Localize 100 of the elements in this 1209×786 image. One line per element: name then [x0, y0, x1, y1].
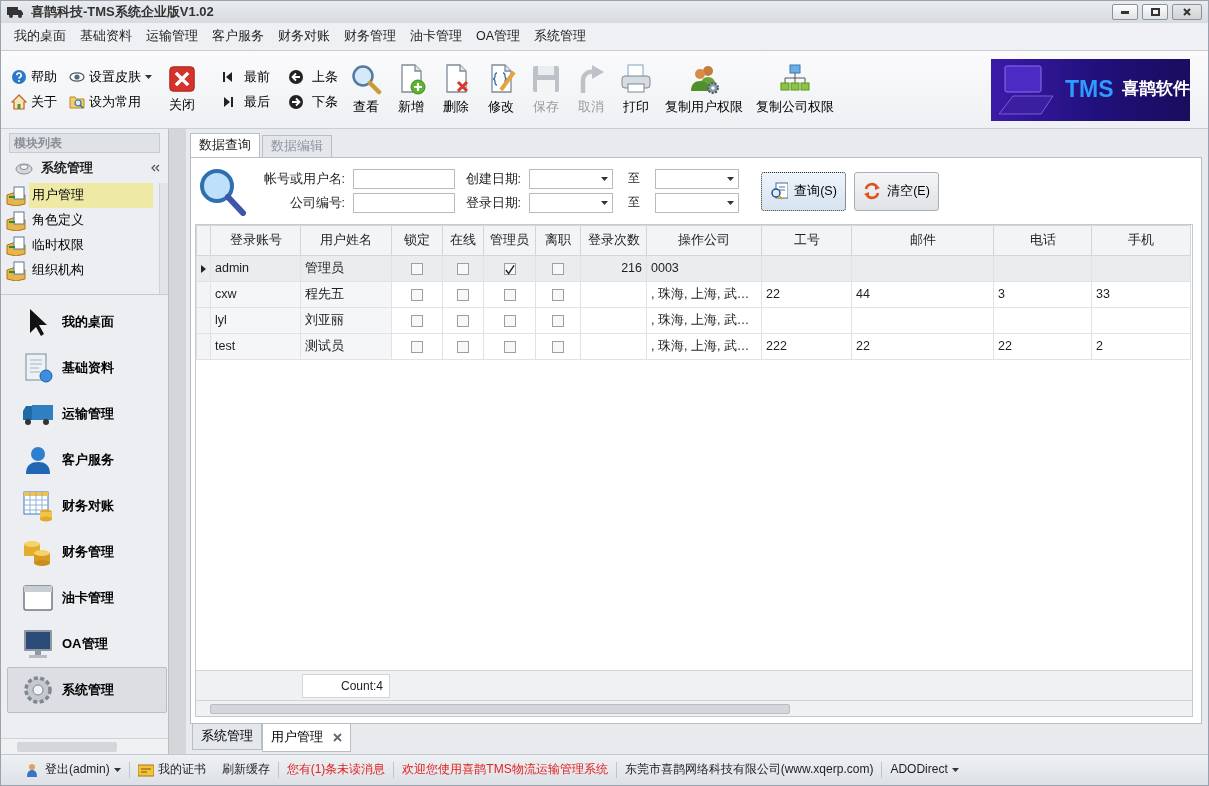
checkbox[interactable]: [552, 263, 564, 276]
collapse-icon: [150, 164, 160, 173]
column-header[interactable]: 锁定: [391, 225, 443, 256]
module-button[interactable]: 财务对账: [7, 483, 167, 529]
menu-item[interactable]: 基础资料: [73, 28, 139, 45]
document-tab[interactable]: 用户管理: [262, 724, 351, 752]
column-header[interactable]: 操作公司: [646, 225, 762, 256]
toolbar-button[interactable]: 设置皮肤: [69, 69, 152, 86]
checkbox[interactable]: [457, 315, 469, 328]
menu-item[interactable]: 运输管理: [139, 28, 205, 45]
date-field[interactable]: [529, 193, 613, 213]
input-field[interactable]: [353, 169, 455, 189]
scrollbar[interactable]: [159, 183, 168, 294]
module-button[interactable]: OA管理: [7, 621, 167, 667]
input-field[interactable]: [353, 193, 455, 213]
grid-cell: 216: [621, 261, 642, 276]
group-header[interactable]: 系统管理: [1, 153, 168, 183]
menu-item[interactable]: 客户服务: [205, 28, 271, 45]
column-header[interactable]: 离职: [535, 225, 581, 256]
column-header[interactable]: 登录账号: [210, 225, 301, 256]
checkbox[interactable]: [503, 315, 516, 328]
status-text[interactable]: 登出(admin): [45, 762, 110, 778]
grid-cell: 管理员: [305, 261, 344, 276]
toolbar-button[interactable]: 关于: [11, 93, 57, 110]
status-text[interactable]: ADODirect: [890, 762, 948, 778]
column-header[interactable]: 在线: [442, 225, 484, 256]
checkbox[interactable]: [552, 289, 564, 302]
toolbar-button[interactable]: 修改: [481, 63, 521, 116]
status-text[interactable]: 您有(1)条未读消息: [286, 762, 386, 778]
checkbox[interactable]: [411, 341, 423, 354]
column-header[interactable]: 电话: [993, 225, 1092, 256]
grid-cell: 22: [998, 339, 1012, 354]
module-button[interactable]: 财务管理: [7, 529, 167, 575]
column-header[interactable]: 工号: [761, 225, 852, 256]
checkbox[interactable]: [503, 341, 516, 354]
column-header[interactable]: 邮件: [851, 225, 994, 256]
scrollbar[interactable]: [169, 129, 186, 754]
sidebar-item[interactable]: 组织机构: [1, 258, 159, 283]
close-button[interactable]: 关闭: [164, 65, 200, 114]
module-button[interactable]: 我的桌面: [7, 299, 167, 345]
checkbox[interactable]: [457, 289, 469, 302]
menu-item[interactable]: OA管理: [469, 28, 528, 45]
horizontal-scrollbar[interactable]: [196, 700, 1192, 716]
date-field[interactable]: [655, 193, 739, 213]
menu-item[interactable]: 我的桌面: [7, 28, 73, 45]
checkbox[interactable]: [411, 289, 423, 302]
checkbox[interactable]: [503, 289, 516, 302]
sidebar-item[interactable]: 临时权限: [1, 233, 159, 258]
column-header[interactable]: 登录次数: [580, 225, 647, 256]
document-tab[interactable]: 系统管理: [192, 724, 262, 750]
module-button[interactable]: 油卡管理: [7, 575, 167, 621]
search-button[interactable]: 查询(S): [761, 171, 846, 211]
close-icon: [168, 65, 196, 94]
navigation-button[interactable]: 下条: [288, 93, 338, 110]
menu-item[interactable]: 油卡管理: [403, 28, 469, 45]
checkbox[interactable]: [457, 341, 469, 354]
checkbox[interactable]: [411, 263, 423, 276]
toolbar-button[interactable]: 复制用户权限: [661, 63, 747, 116]
column-header[interactable]: 用户姓名: [300, 225, 392, 256]
date-field[interactable]: [655, 169, 739, 189]
close-button[interactable]: [1172, 4, 1202, 20]
clear-button[interactable]: 清空(E): [854, 171, 939, 211]
column-header[interactable]: 手机: [1091, 225, 1191, 256]
module-button[interactable]: 基础资料: [7, 345, 167, 391]
monitor-icon: [22, 628, 54, 660]
menu-item[interactable]: 财务管理: [337, 28, 403, 45]
toolbar-button[interactable]: 查看: [346, 63, 386, 116]
checkbox[interactable]: [552, 341, 564, 354]
date-field[interactable]: [529, 169, 613, 189]
maximize-button[interactable]: [1142, 4, 1168, 20]
tab[interactable]: 数据查询: [190, 133, 260, 157]
status-text[interactable]: 刷新缓存: [221, 762, 270, 778]
column-header[interactable]: 管理员: [483, 225, 536, 256]
field-label: 登录日期:: [464, 194, 521, 212]
module-button[interactable]: 运输管理: [7, 391, 167, 437]
checkbox[interactable]: [503, 263, 516, 276]
horizontal-scrollbar[interactable]: [1, 738, 168, 754]
navigation-button[interactable]: 最前: [220, 69, 270, 86]
toolbar-button[interactable]: 帮助: [11, 69, 57, 86]
help-icon: [11, 69, 27, 86]
status-text[interactable]: 欢迎您使用喜鹊TMS物流运输管理系统: [402, 762, 608, 778]
toolbar-button[interactable]: 删除: [436, 63, 476, 116]
minimize-button[interactable]: [1112, 4, 1138, 20]
field-label: 创建日期:: [464, 170, 521, 188]
navigation-button[interactable]: 上条: [288, 69, 338, 86]
module-button[interactable]: 客户服务: [7, 437, 167, 483]
checkbox[interactable]: [457, 263, 469, 276]
toolbar-button[interactable]: 打印: [616, 63, 656, 116]
row-header[interactable]: [196, 255, 211, 282]
checkbox[interactable]: [552, 315, 564, 328]
menu-item[interactable]: 财务对账: [271, 28, 337, 45]
toolbar-button[interactable]: 复制公司权限: [752, 63, 838, 116]
menu-item[interactable]: 系统管理: [527, 28, 594, 45]
toolbar-button[interactable]: 新增: [391, 63, 431, 116]
checkbox[interactable]: [411, 315, 423, 328]
navigation-button[interactable]: 最后: [220, 93, 270, 110]
sidebar-item[interactable]: 角色定义: [1, 208, 159, 233]
status-text[interactable]: 我的证书: [157, 762, 206, 778]
module-button[interactable]: 系统管理: [7, 667, 167, 713]
toolbar-button[interactable]: 设为常用: [69, 93, 152, 110]
